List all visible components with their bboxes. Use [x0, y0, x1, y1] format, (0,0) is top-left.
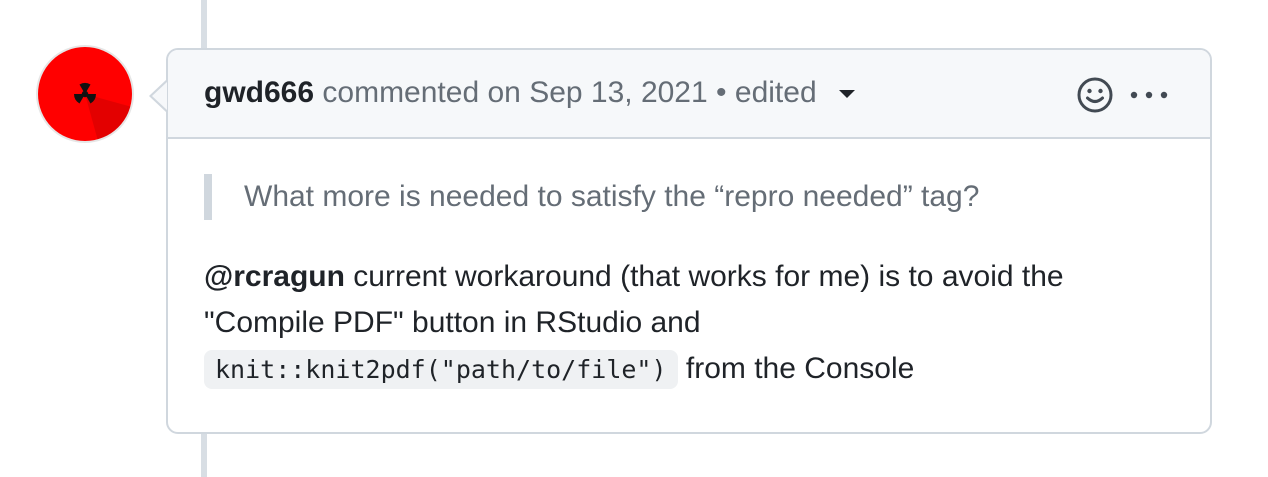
comment-meta: gwd666 commented on Sep 13, 2021 • edite… — [204, 75, 855, 111]
inline-code: knit::knit2pdf("path/to/file") — [204, 350, 678, 389]
user-mention-link[interactable]: @rcragun — [204, 260, 345, 293]
kebab-horizontal-icon — [1130, 91, 1168, 99]
comment-date[interactable]: Sep 13, 2021 — [529, 76, 708, 109]
add-reaction-button[interactable] — [1076, 76, 1114, 114]
blockquote: What more is needed to satisfy the “repr… — [204, 174, 1170, 220]
edited-label[interactable]: edited — [735, 76, 817, 109]
comment-pointer-fill — [152, 82, 167, 110]
comment-paragraph: @rcragun current workaround (that works … — [204, 254, 1170, 393]
avatar[interactable] — [38, 47, 132, 141]
comment-header: gwd666 commented on Sep 13, 2021 • edite… — [168, 50, 1210, 139]
paragraph-text-end: from the Console — [677, 352, 915, 385]
author-link[interactable]: gwd666 — [204, 76, 314, 109]
comment-box: gwd666 commented on Sep 13, 2021 • edite… — [166, 48, 1212, 434]
action-text: commented on — [322, 76, 521, 109]
more-options-button[interactable] — [1128, 85, 1170, 105]
radiation-symbol-icon — [74, 83, 132, 141]
separator: • — [716, 76, 727, 109]
smiley-icon — [1077, 77, 1113, 113]
edited-dropdown-caret-icon[interactable] — [838, 90, 855, 99]
comment-body: What more is needed to satisfy the “repr… — [204, 174, 1170, 393]
